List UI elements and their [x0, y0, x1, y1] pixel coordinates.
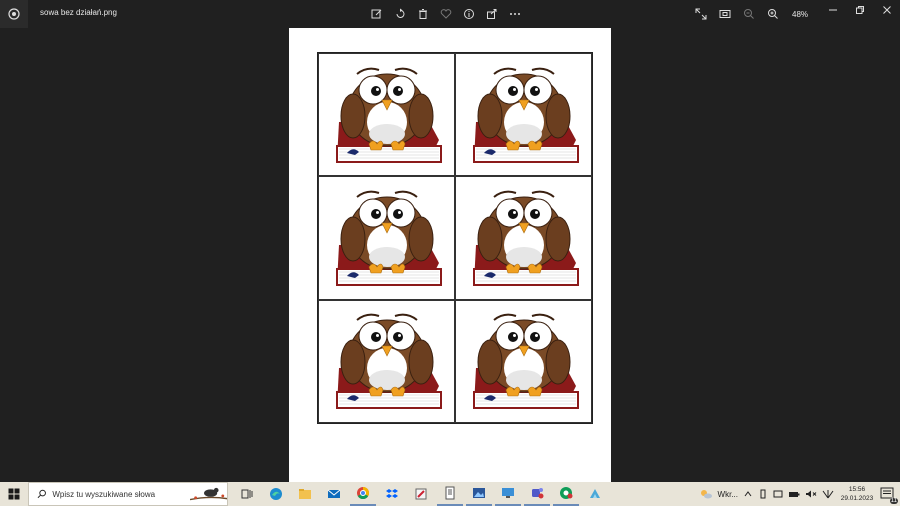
chrome-profile-icon[interactable]: [553, 482, 579, 506]
notification-center-icon[interactable]: 11: [880, 484, 898, 504]
file-name: sowa bez działań.png: [40, 8, 117, 17]
photos-app-icon[interactable]: [0, 0, 28, 28]
dropbox-icon[interactable]: [379, 482, 405, 506]
owl-card: [455, 176, 592, 300]
clock[interactable]: 15:56 29.01.2023: [839, 485, 875, 503]
task-view-icon[interactable]: [234, 482, 260, 506]
close-icon[interactable]: [873, 0, 900, 20]
network-icon[interactable]: [822, 489, 834, 499]
view-tools: 48%: [694, 6, 808, 22]
notification-count: 11: [889, 498, 898, 504]
owl-card: [455, 53, 592, 177]
system-tray: Wkr... 15:56 29.01.2023 11: [699, 482, 900, 506]
clock-date: 29.01.2023: [840, 495, 874, 502]
owl-on-book-illustration: [335, 190, 442, 286]
usb-icon[interactable]: [758, 489, 768, 499]
share-icon[interactable]: [485, 6, 499, 22]
delete-icon[interactable]: [416, 6, 430, 22]
weather-icon: [700, 490, 712, 499]
document-viewer-icon[interactable]: [437, 482, 463, 506]
owl-card: [318, 53, 455, 177]
screen-icon[interactable]: [773, 489, 783, 499]
title-bar: sowa bez działań.png 48%: [0, 0, 900, 28]
mail-icon[interactable]: [321, 482, 347, 506]
edit-icon[interactable]: [370, 6, 384, 22]
owl-card-grid: [317, 52, 593, 424]
taskbar: Wpisz tu wyszukiwane słowa Wkr... 15:56 …: [0, 482, 900, 506]
actual-size-icon[interactable]: [718, 6, 732, 22]
paint-icon[interactable]: [408, 482, 434, 506]
search-icon: [37, 489, 46, 499]
info-icon[interactable]: [462, 6, 476, 22]
windows-start-icon[interactable]: [0, 482, 28, 506]
zoom-in-icon[interactable]: [766, 6, 780, 22]
more-icon[interactable]: [508, 6, 522, 22]
owl-on-book-illustration: [472, 190, 579, 286]
image-canvas[interactable]: [289, 28, 611, 482]
taskbar-apps: [234, 482, 608, 506]
weather-text[interactable]: Wkr...: [718, 490, 738, 499]
owl-on-book-illustration: [335, 314, 442, 410]
owl-on-book-illustration: [472, 67, 579, 163]
owl-card: [318, 176, 455, 300]
window-controls: [819, 0, 900, 20]
owl-card: [318, 299, 455, 423]
volume-muted-icon[interactable]: [805, 489, 817, 499]
bird-branch-icon: [189, 487, 227, 501]
file-explorer-icon[interactable]: [292, 482, 318, 506]
chrome-icon[interactable]: [350, 482, 376, 506]
toolbar: [370, 6, 522, 22]
owl-on-book-illustration: [335, 67, 442, 163]
taskbar-search-box[interactable]: Wpisz tu wyszukiwane słowa: [28, 482, 228, 506]
search-placeholder: Wpisz tu wyszukiwane słowa: [52, 489, 156, 499]
remote-desktop-icon[interactable]: [495, 482, 521, 506]
owl-on-book-illustration: [472, 314, 579, 410]
app-shortcut-icon[interactable]: [582, 482, 608, 506]
teams-icon[interactable]: [524, 482, 550, 506]
battery-icon[interactable]: [788, 489, 800, 499]
fullscreen-icon[interactable]: [694, 6, 708, 22]
zoom-level[interactable]: 48%: [792, 10, 808, 19]
chevron-up-icon[interactable]: [743, 489, 753, 499]
clock-time: 15:56: [848, 486, 866, 493]
rotate-icon[interactable]: [393, 6, 407, 22]
minimize-icon[interactable]: [819, 0, 846, 20]
zoom-out-icon[interactable]: [742, 6, 756, 22]
edge-icon[interactable]: [263, 482, 289, 506]
photos-taskbar-icon[interactable]: [466, 482, 492, 506]
photos-app-window: sowa bez działań.png 48%: [0, 0, 900, 482]
restore-icon[interactable]: [846, 0, 873, 20]
favorite-icon[interactable]: [439, 6, 453, 22]
owl-card: [455, 299, 592, 423]
